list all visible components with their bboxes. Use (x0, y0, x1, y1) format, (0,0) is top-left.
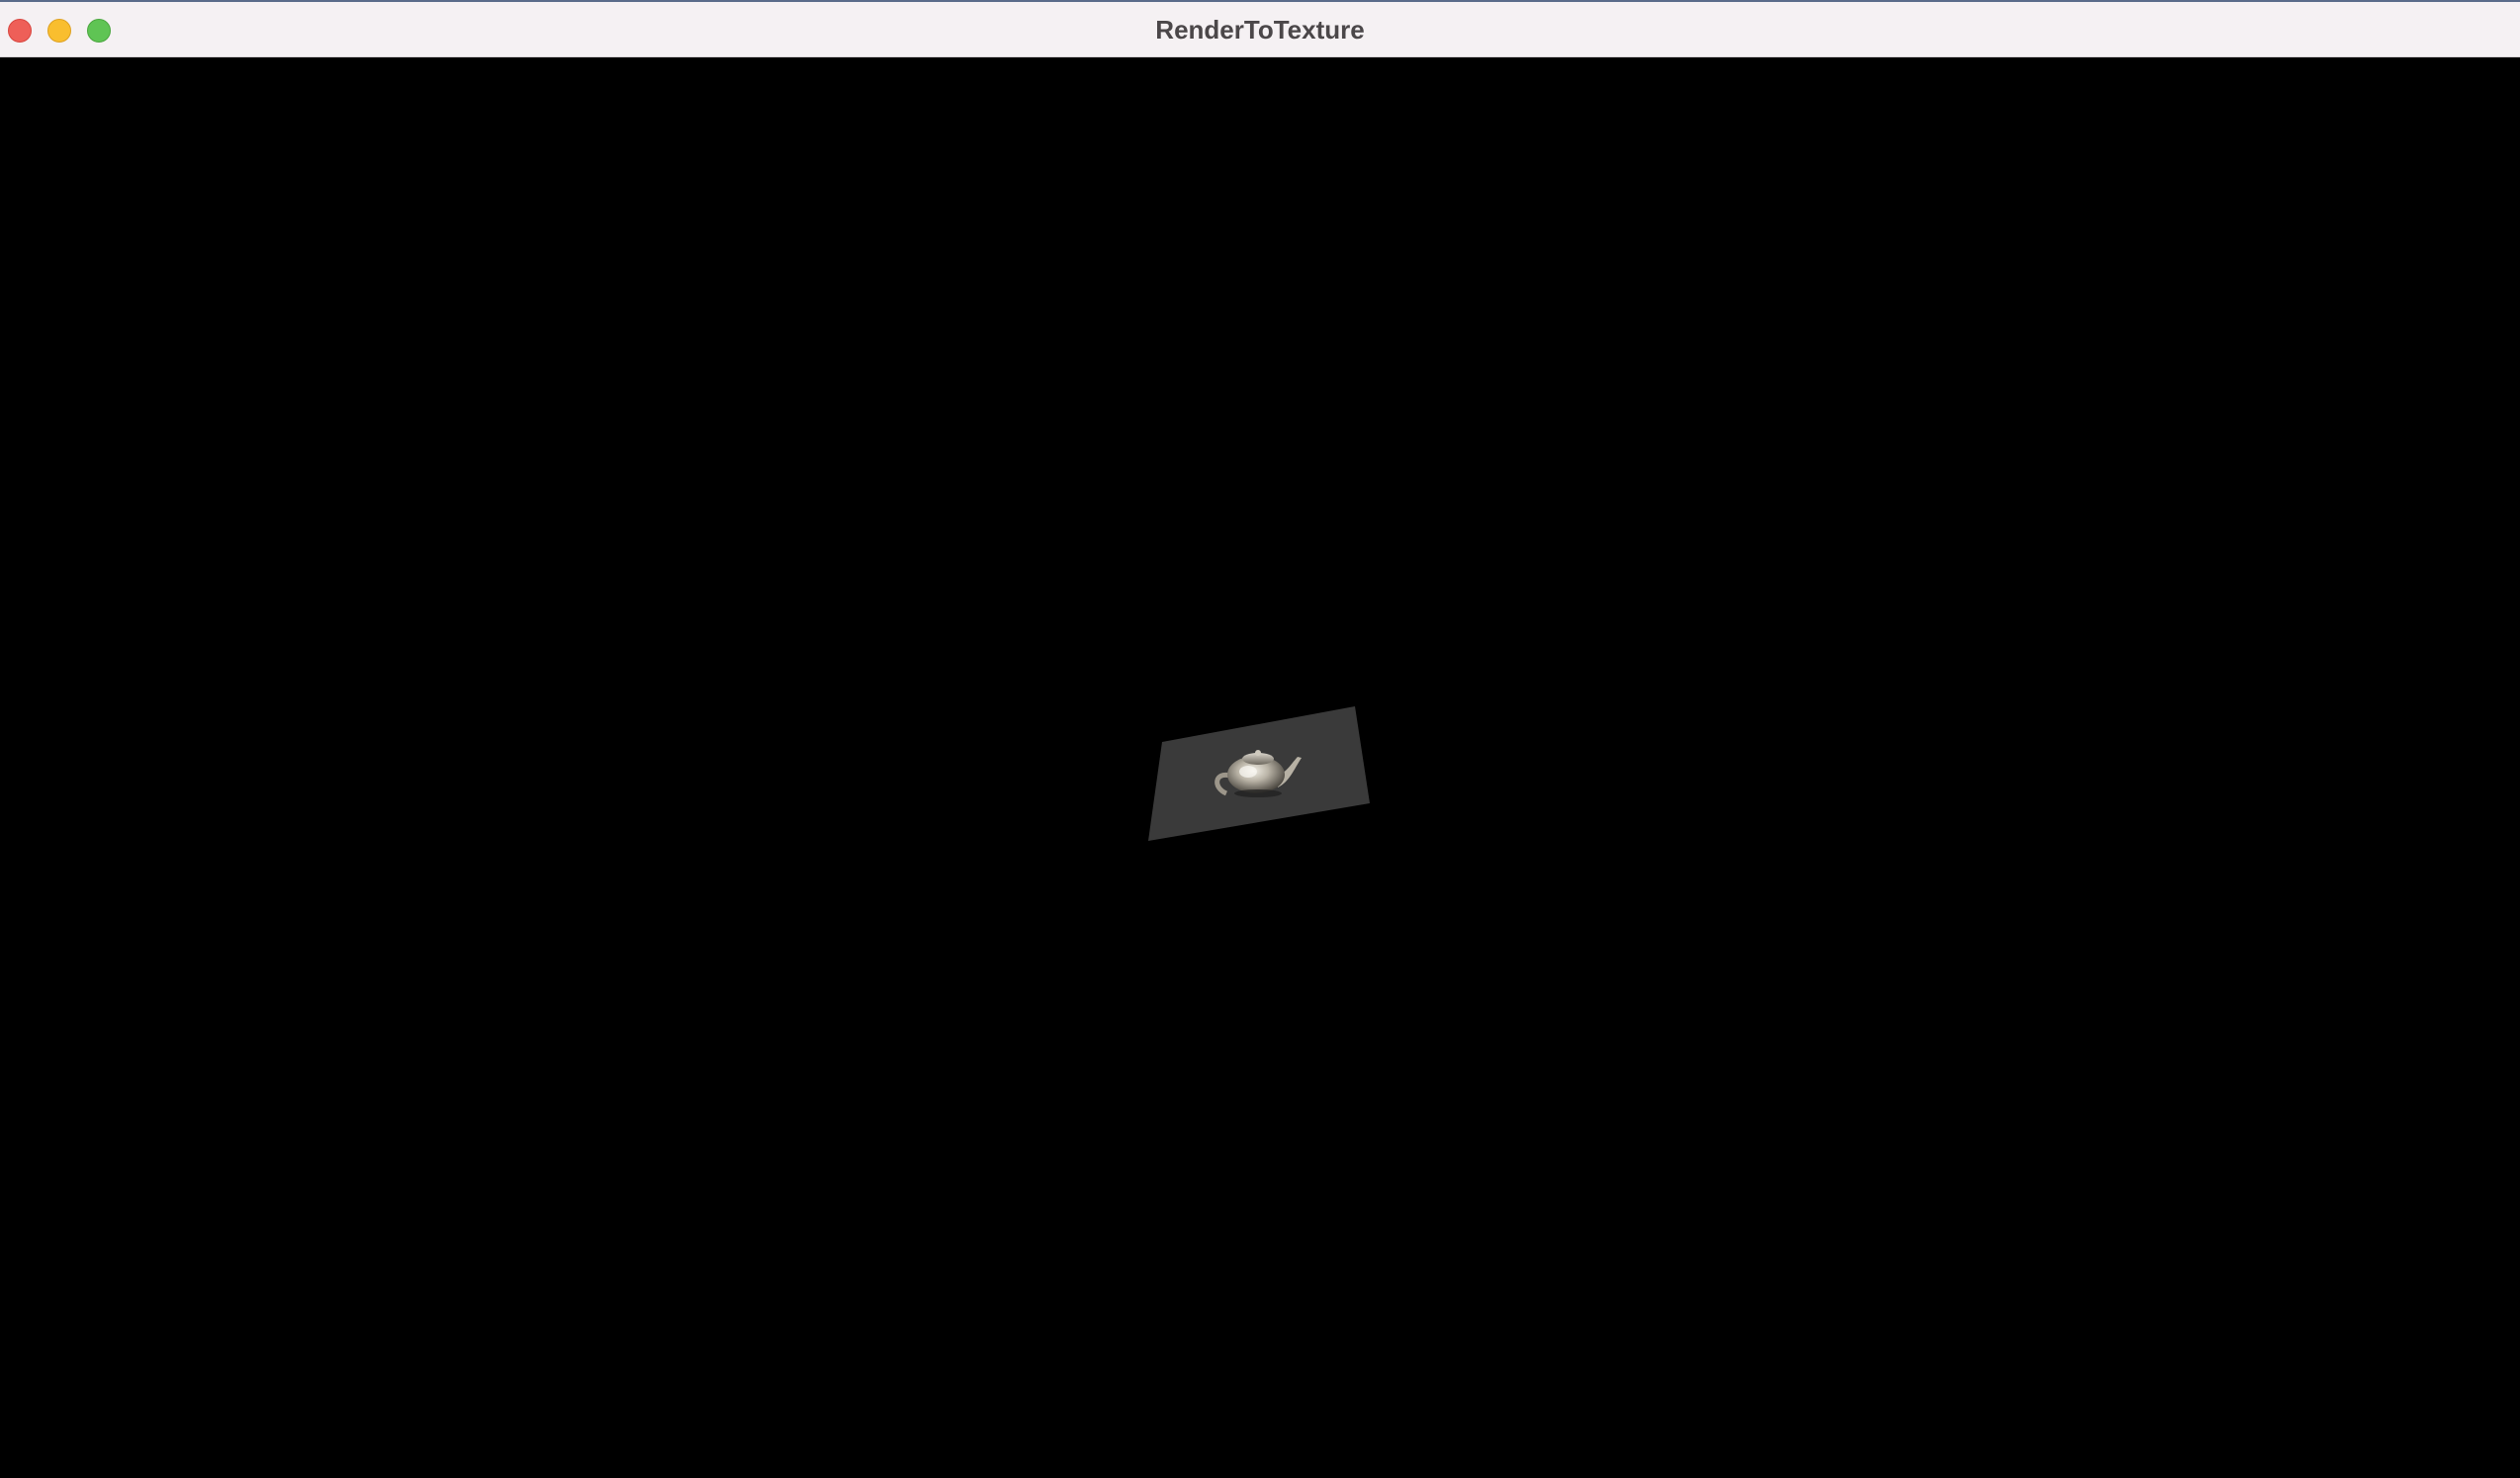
title-bar[interactable]: RenderToTexture (0, 0, 2520, 57)
window-title: RenderToTexture (1155, 15, 1365, 45)
app-window: RenderToTexture (0, 0, 2520, 1478)
render-viewport[interactable] (0, 57, 2520, 1478)
scene-canvas (1148, 706, 1370, 841)
